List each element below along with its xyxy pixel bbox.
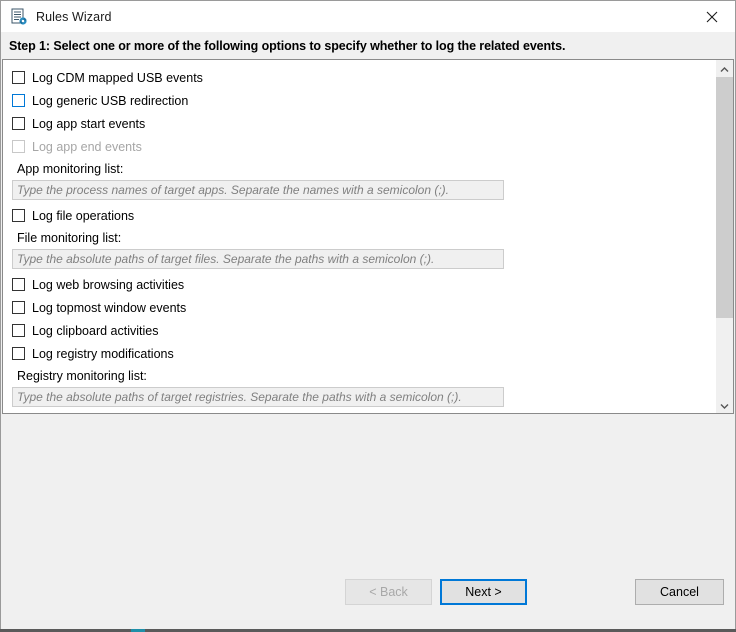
option-row-log-app-end-events: Log app end events xyxy=(3,135,715,158)
option-row-log-clipboard-activities[interactable]: Log clipboard activities xyxy=(3,319,715,342)
option-row-log-registry-modifications[interactable]: Log registry modifications xyxy=(3,342,715,365)
option-label: Log file operations xyxy=(32,209,134,223)
scrollbar-down-button[interactable] xyxy=(716,396,733,413)
scrollbar-up-button[interactable] xyxy=(716,60,733,77)
checkbox-log-cdm-mapped-usb-events[interactable] xyxy=(12,71,25,84)
rules-document-icon xyxy=(10,8,28,26)
dialog-blank-area xyxy=(1,414,735,573)
scrollbar-track[interactable] xyxy=(716,77,733,396)
step-header: Step 1: Select one or more of the follow… xyxy=(1,32,735,59)
options-panel: Log CDM mapped USB events Log generic US… xyxy=(2,59,734,414)
checkbox-log-registry-modifications[interactable] xyxy=(12,347,25,360)
chevron-down-icon xyxy=(720,396,729,414)
next-button[interactable]: Next > xyxy=(440,579,527,605)
option-label: Log CDM mapped USB events xyxy=(32,71,203,85)
checkbox-log-generic-usb-redirection[interactable] xyxy=(12,94,25,107)
file-monitoring-list-input[interactable] xyxy=(12,249,504,269)
field-label-registry-monitoring-list: Registry monitoring list: xyxy=(3,365,715,386)
option-label: Log web browsing activities xyxy=(32,278,184,292)
field-input-row-registry-monitoring-list xyxy=(3,386,715,411)
title-bar: Rules Wizard xyxy=(1,1,735,32)
step-header-text: Step 1: Select one or more of the follow… xyxy=(9,39,565,53)
option-row-log-cdm-mapped-usb-events[interactable]: Log CDM mapped USB events xyxy=(3,66,715,89)
option-row-log-file-operations[interactable]: Log file operations xyxy=(3,204,715,227)
field-label-file-monitoring-list: File monitoring list: xyxy=(3,227,715,248)
checkbox-log-web-browsing-activities[interactable] xyxy=(12,278,25,291)
field-label-text: App monitoring list: xyxy=(17,162,123,176)
registry-monitoring-list-input[interactable] xyxy=(12,387,504,407)
checkbox-log-app-start-events[interactable] xyxy=(12,117,25,130)
option-row-log-generic-usb-redirection[interactable]: Log generic USB redirection xyxy=(3,89,715,112)
chevron-up-icon xyxy=(720,60,729,78)
scrollbar-thumb[interactable] xyxy=(716,77,733,318)
rules-wizard-dialog: Rules Wizard Step 1: Select one or more … xyxy=(0,0,736,632)
options-list: Log CDM mapped USB events Log generic US… xyxy=(3,60,715,413)
option-label: Log generic USB redirection xyxy=(32,94,188,108)
checkbox-log-topmost-window-events[interactable] xyxy=(12,301,25,314)
cancel-button[interactable]: Cancel xyxy=(635,579,724,605)
field-label-text: Registry monitoring list: xyxy=(17,369,147,383)
option-label: Log clipboard activities xyxy=(32,324,158,338)
option-label: Log app end events xyxy=(32,140,142,154)
checkbox-log-file-operations[interactable] xyxy=(12,209,25,222)
field-label-text: File monitoring list: xyxy=(17,231,121,245)
field-input-row-app-monitoring-list xyxy=(3,179,715,204)
back-button[interactable]: < Back xyxy=(345,579,432,605)
option-row-log-web-browsing-activities[interactable]: Log web browsing activities xyxy=(3,273,715,296)
close-icon xyxy=(706,11,718,23)
app-monitoring-list-input[interactable] xyxy=(12,180,504,200)
dialog-button-bar: < Back Next > Cancel xyxy=(1,573,735,631)
checkbox-log-app-end-events xyxy=(12,140,25,153)
option-row-log-app-failures[interactable]: Log app failures xyxy=(3,411,715,413)
option-label: Log topmost window events xyxy=(32,301,186,315)
checkbox-log-clipboard-activities[interactable] xyxy=(12,324,25,337)
close-button[interactable] xyxy=(689,1,735,32)
option-row-log-app-start-events[interactable]: Log app start events xyxy=(3,112,715,135)
option-label: Log registry modifications xyxy=(32,347,174,361)
option-label: Log app start events xyxy=(32,117,145,131)
window-title: Rules Wizard xyxy=(36,10,112,24)
options-scrollbar[interactable] xyxy=(715,60,733,413)
option-row-log-topmost-window-events[interactable]: Log topmost window events xyxy=(3,296,715,319)
field-input-row-file-monitoring-list xyxy=(3,248,715,273)
field-label-app-monitoring-list: App monitoring list: xyxy=(3,158,715,179)
